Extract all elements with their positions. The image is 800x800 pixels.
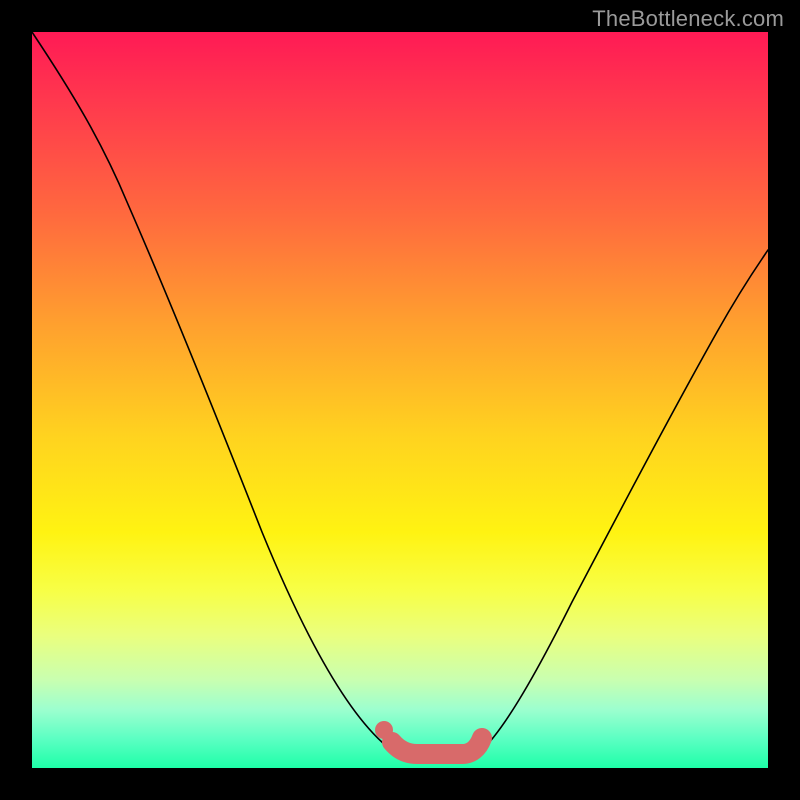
accent-dot <box>375 721 393 739</box>
watermark-text: TheBottleneck.com <box>592 6 784 32</box>
curve-left-arm <box>32 32 394 752</box>
curve-right-arm <box>480 250 768 752</box>
outer-frame: TheBottleneck.com <box>0 0 800 800</box>
chart-svg <box>32 32 768 768</box>
accent-floor-segment <box>392 738 482 754</box>
plot-area <box>32 32 768 768</box>
